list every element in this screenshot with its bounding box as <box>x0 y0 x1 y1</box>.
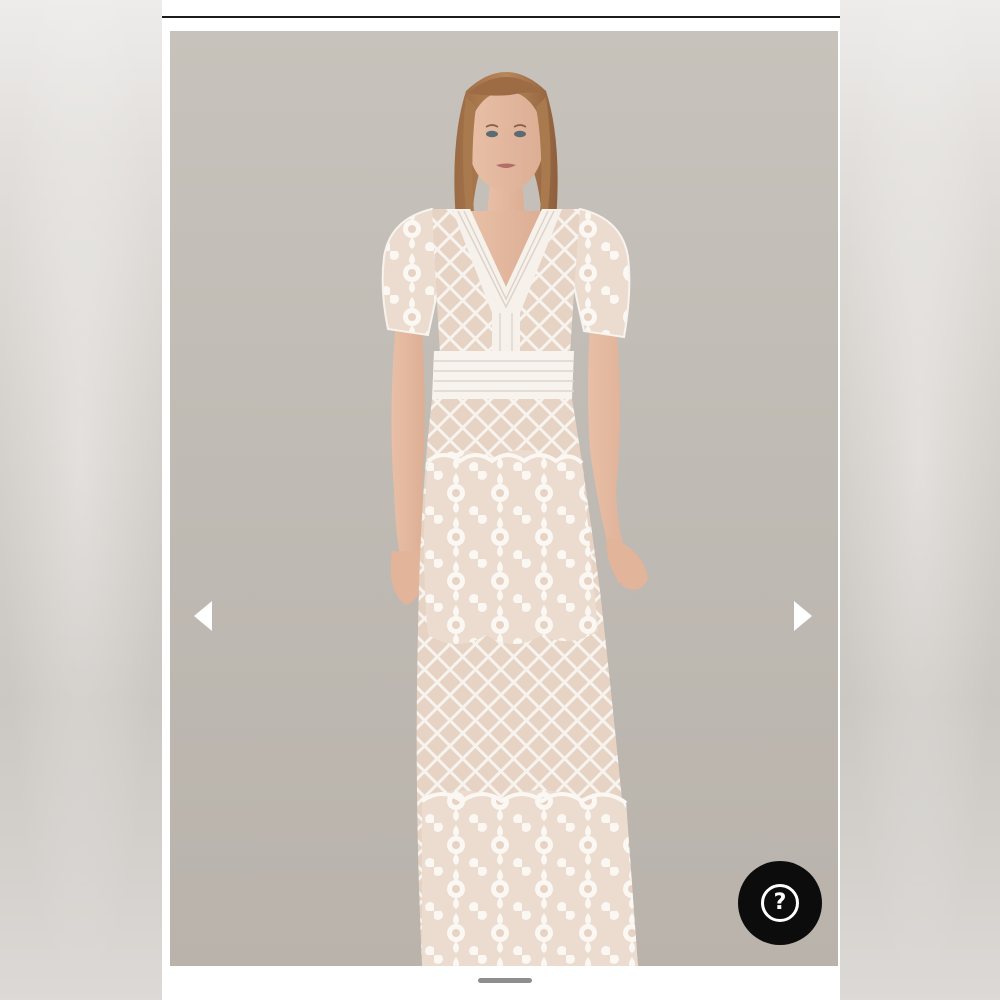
product-viewer: ? <box>162 0 840 1000</box>
previous-image-button[interactable] <box>192 599 222 633</box>
blurred-backdrop-left <box>0 0 162 1000</box>
product-photo-illustration <box>381 72 648 966</box>
blurred-backdrop-right <box>840 0 1000 1000</box>
help-button[interactable]: ? <box>738 861 822 945</box>
scroll-handle[interactable] <box>478 978 532 983</box>
question-circle-icon: ? <box>761 884 799 922</box>
chevron-left-icon <box>194 601 212 631</box>
top-divider <box>162 16 840 18</box>
next-image-button[interactable] <box>792 599 822 633</box>
chevron-right-icon <box>794 601 812 631</box>
product-image[interactable]: ? <box>170 31 838 966</box>
